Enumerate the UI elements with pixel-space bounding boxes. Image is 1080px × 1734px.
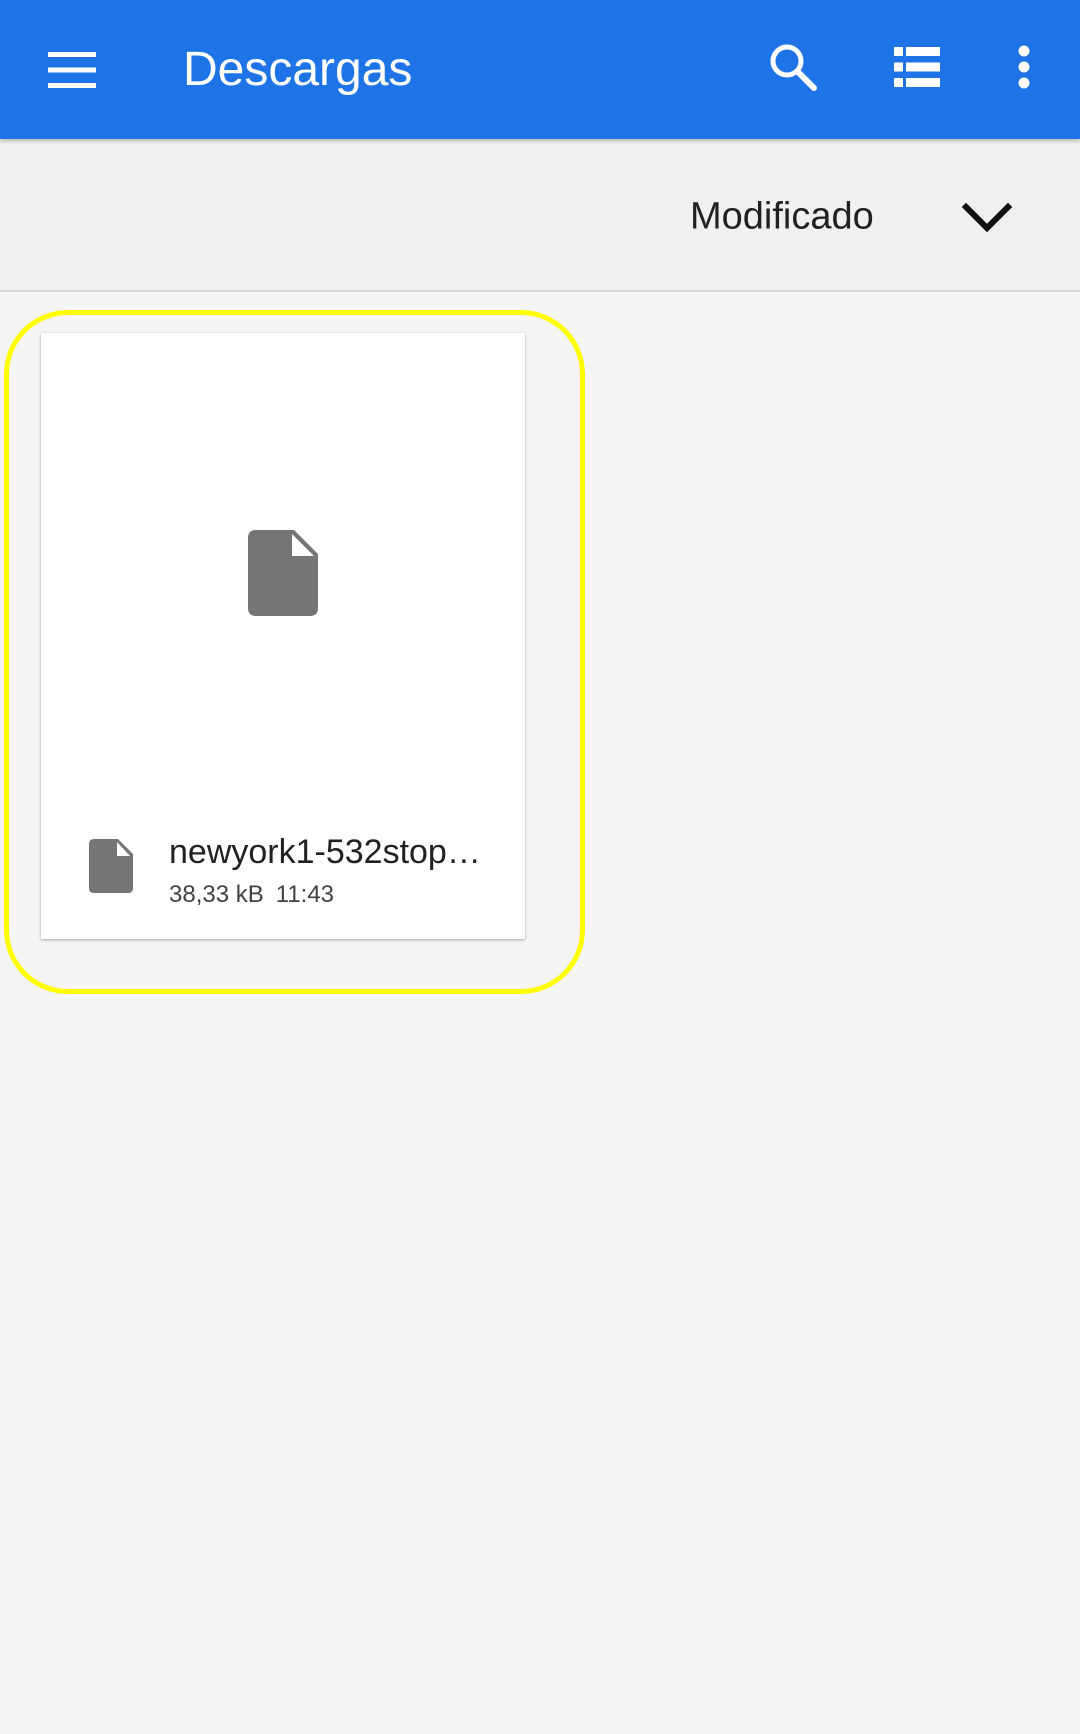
- file-size: 38,33 kB: [169, 881, 264, 908]
- list-view-icon: [894, 47, 940, 87]
- sort-dropdown[interactable]: Modificado: [670, 167, 1030, 267]
- file-card-footer: newyork1-532stop… 38,33 kB 11:43: [41, 813, 525, 939]
- file-grid: newyork1-532stop… 38,33 kB 11:43: [0, 292, 1080, 1734]
- menu-button[interactable]: [27, 25, 117, 115]
- hamburger-menu-icon: [48, 52, 96, 88]
- file-meta: 38,33 kB 11:43: [169, 879, 334, 911]
- more-vert-icon: [1018, 45, 1030, 89]
- chevron-down-icon: [961, 202, 1013, 233]
- file-thumbnail: [41, 333, 525, 813]
- page-title: Descargas: [183, 43, 413, 96]
- file-icon: [248, 530, 318, 616]
- sort-bar: Modificado: [0, 139, 1080, 292]
- file-name: newyork1-532stop…: [169, 833, 481, 871]
- file-time: 11:43: [275, 881, 335, 908]
- app-bar: Descargas: [0, 0, 1080, 139]
- file-type-icon: [89, 839, 133, 893]
- list-view-button[interactable]: [872, 22, 962, 112]
- search-button[interactable]: [748, 22, 838, 112]
- search-icon: [770, 44, 817, 91]
- sort-label: Modificado: [690, 195, 874, 238]
- file-card[interactable]: newyork1-532stop… 38,33 kB 11:43: [41, 333, 525, 939]
- more-options-button[interactable]: [994, 22, 1054, 112]
